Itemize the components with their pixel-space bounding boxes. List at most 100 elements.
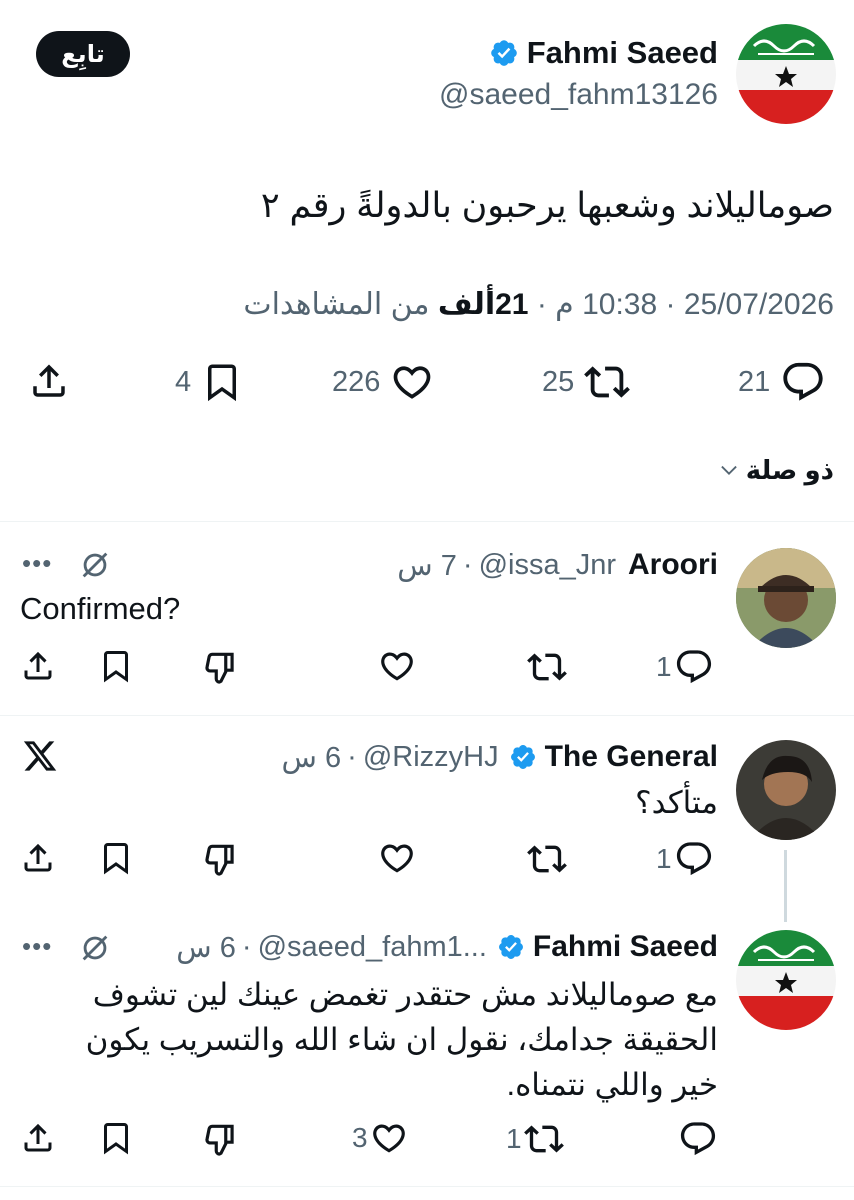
bookmark-icon — [104, 651, 128, 683]
reply-text-line: مع صوماليلاند مش حتقدر تغمض عينك لين تشو… — [92, 977, 718, 1012]
reply-time[interactable]: 6 س — [282, 740, 342, 775]
retweet-icon — [523, 1125, 564, 1153]
downvote-button[interactable] — [202, 1120, 240, 1158]
reply-author-handle[interactable]: @RizzyHJ — [363, 741, 499, 774]
thumbs-down-icon — [205, 652, 234, 684]
relevance-sort-dropdown[interactable]: ذو صلة — [718, 452, 834, 488]
reply-button[interactable]: 1 — [656, 839, 714, 879]
reply-author-name[interactable]: Aroori — [628, 548, 718, 582]
author-handle[interactable]: @saeed_fahm13126 — [439, 78, 718, 112]
reply-button[interactable] — [678, 1119, 718, 1159]
reply-button[interactable]: 1 — [656, 647, 714, 687]
more-options-icon[interactable]: ••• — [22, 931, 52, 962]
reply-header: Aroori @issa_Jnr · 7 س — [397, 545, 718, 585]
share-icon — [33, 364, 65, 397]
heart-icon — [381, 652, 413, 681]
author-name-row[interactable]: Fahmi Saeed — [489, 32, 718, 74]
retweet-count: 1 — [506, 1123, 522, 1154]
thumbs-down-icon — [205, 1124, 234, 1156]
reply-text-line: الحقيقة جدامك، نقول ان شاء الله والتسريب… — [85, 1022, 718, 1057]
share-button[interactable] — [20, 648, 56, 684]
share-button[interactable] — [20, 840, 56, 876]
retweet-icon — [527, 845, 567, 873]
reply-header: Fahmi Saeed @saeed_fahm1... · 6 س — [176, 927, 718, 967]
relevance-label: ذو صلة — [745, 454, 834, 485]
reply-text: مع صوماليلاند مش حتقدر تغمض عينك لين تشو… — [58, 972, 718, 1107]
x-logo-icon[interactable] — [22, 738, 58, 774]
like-button[interactable]: 3 — [352, 1119, 408, 1157]
divider — [0, 521, 854, 522]
follow-button-label: تابِع — [61, 40, 105, 68]
retweet-count: 25 — [542, 365, 575, 398]
reply-button[interactable]: 21 — [738, 360, 826, 404]
share-button[interactable] — [20, 1120, 56, 1156]
retweet-button[interactable] — [527, 647, 567, 687]
reply-count: 1 — [656, 843, 672, 874]
reply-count: 1 — [656, 651, 672, 682]
verified-badge-icon — [509, 743, 537, 771]
reply-avatar[interactable] — [736, 930, 836, 1030]
share-icon — [24, 843, 52, 872]
like-button[interactable]: 226 — [332, 360, 434, 404]
retweet-button[interactable]: 25 — [542, 360, 631, 404]
bookmark-icon — [104, 1123, 128, 1155]
bookmark-count: 4 — [175, 365, 192, 398]
heart-icon — [372, 1124, 405, 1153]
reply-avatar[interactable] — [736, 740, 836, 840]
bookmark-button[interactable] — [98, 1120, 134, 1156]
reply-author-handle[interactable]: @saeed_fahm1... — [258, 931, 487, 964]
heart-icon — [394, 366, 431, 399]
share-button[interactable] — [28, 360, 72, 404]
retweet-button[interactable] — [527, 839, 567, 879]
reply-text: Confirmed? — [20, 591, 181, 626]
meta-separator: · — [528, 288, 547, 321]
reply-author-name[interactable]: The General — [545, 740, 718, 774]
reply-author-name[interactable]: Fahmi Saeed — [533, 930, 718, 964]
divider — [0, 1186, 854, 1187]
retweet-icon — [527, 653, 567, 681]
thumbs-down-icon — [205, 844, 234, 876]
share-icon — [24, 651, 52, 680]
tweet-text: صوماليلاند وشعبها يرحبون بالدولةً رقم ٢ — [260, 186, 834, 225]
more-options-icon[interactable]: ••• — [22, 548, 52, 579]
reply-count: 21 — [738, 365, 771, 398]
like-count: 226 — [332, 365, 381, 398]
follow-button[interactable]: تابِع — [36, 31, 130, 77]
downvote-button[interactable] — [202, 648, 240, 686]
reply-icon — [680, 1122, 716, 1156]
reply-text-line: خير واللي نتمناه. — [506, 1067, 718, 1102]
like-button[interactable] — [378, 647, 416, 685]
reply-time[interactable]: 7 س — [397, 548, 457, 583]
like-count: 3 — [352, 1122, 368, 1153]
tweet-date[interactable]: 25/07/2026 — [684, 288, 834, 321]
views-unit: ألف — [437, 288, 496, 321]
retweet-button[interactable]: 1 — [506, 1119, 564, 1159]
reply-avatar[interactable] — [736, 548, 836, 648]
reply-author-handle[interactable]: @issa_Jnr — [479, 549, 616, 582]
tweet-time[interactable]: 10:38 م — [555, 288, 657, 321]
verified-badge-icon — [497, 933, 525, 961]
meta-separator: · — [462, 548, 473, 581]
heart-icon — [381, 844, 413, 873]
grok-icon[interactable] — [78, 931, 112, 965]
author-avatar[interactable] — [736, 24, 836, 124]
downvote-button[interactable] — [202, 840, 240, 878]
grok-icon[interactable] — [78, 548, 112, 582]
reply-header: The General @RizzyHJ · 6 س — [282, 737, 718, 777]
chevron-down-icon — [721, 465, 737, 475]
bookmark-icon — [104, 843, 128, 875]
meta-separator: · — [241, 930, 252, 963]
thread-line — [784, 850, 787, 922]
bookmark-button[interactable] — [98, 648, 134, 684]
views-suffix: من المشاهدات — [243, 288, 430, 321]
meta-separator: · — [347, 740, 357, 773]
like-button[interactable] — [378, 839, 416, 877]
bookmark-button[interactable]: 4 — [175, 360, 243, 404]
bookmark-button[interactable] — [98, 840, 134, 876]
reply-time[interactable]: 6 س — [176, 930, 236, 965]
reply-text: متأكد؟ — [635, 785, 718, 820]
reply-icon — [676, 650, 711, 684]
verified-badge-icon — [489, 38, 519, 68]
reply-icon — [783, 362, 823, 401]
reply-icon — [676, 842, 711, 876]
